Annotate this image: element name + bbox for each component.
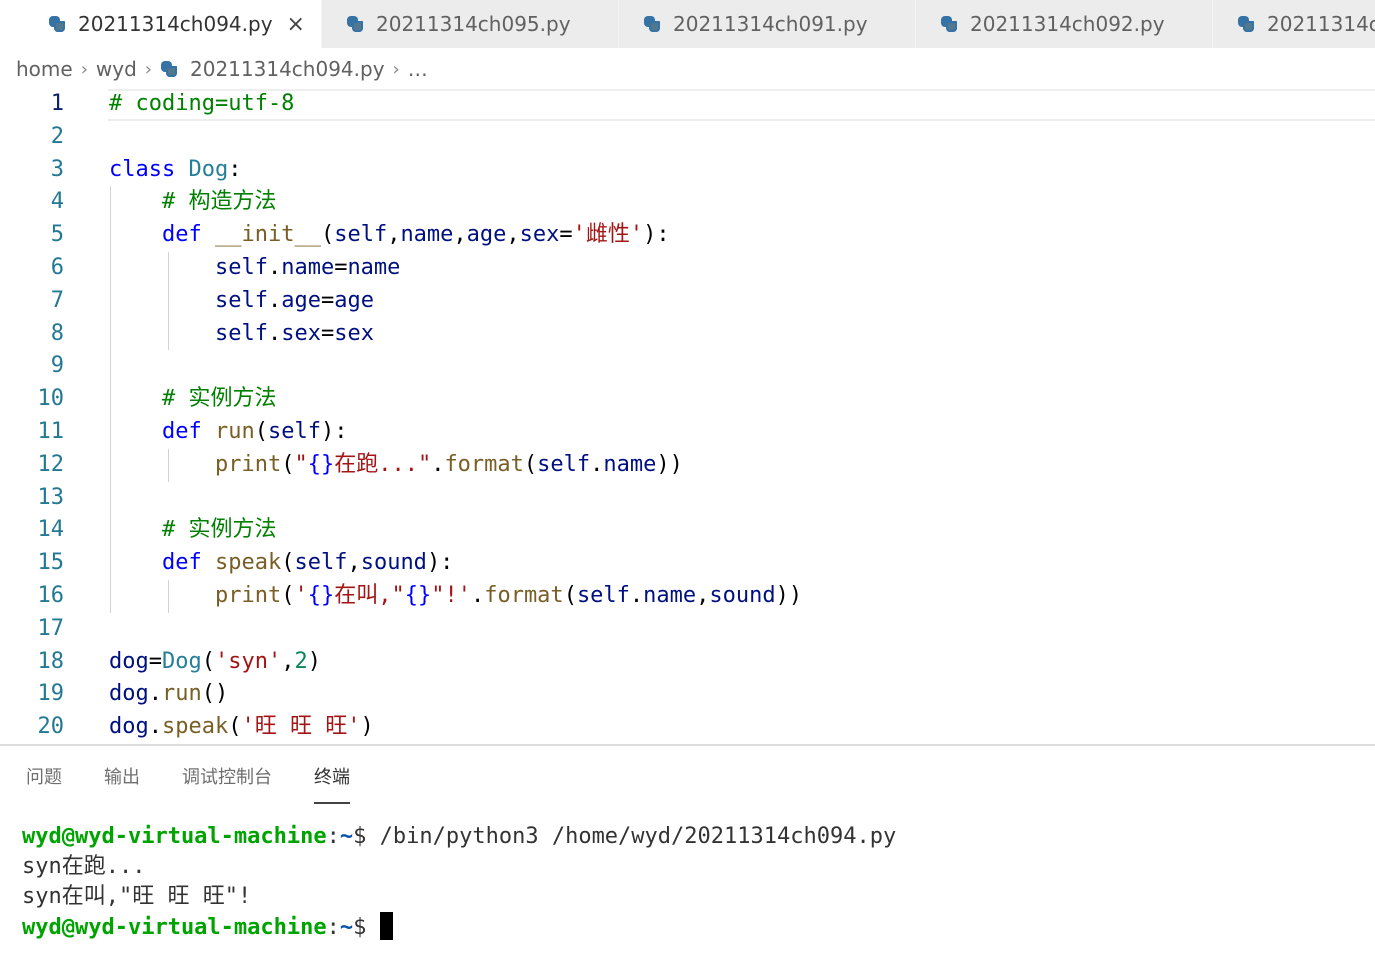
breadcrumb: home › wyd › 20211314ch094.py › … — [16, 50, 428, 88]
line-number: 9 — [50, 353, 64, 379]
python-file-icon — [48, 15, 66, 33]
line-number: 10 — [37, 386, 65, 412]
code-editor[interactable]: 1 2 3 4 5 6 7 8 9 10 11 12 13 14 15 16 1… — [0, 88, 1375, 744]
python-file-icon — [643, 15, 661, 33]
tab-20211314ch094[interactable]: 20211314ch094.py × — [0, 0, 322, 48]
terminal-cursor — [379, 912, 393, 940]
tab-output[interactable]: 输出 — [104, 764, 140, 804]
tab-20211314ch095[interactable]: 20211314ch095.py — [322, 0, 619, 48]
code-line[interactable]: def run(self): — [109, 416, 347, 449]
chevron-right-icon: › — [144, 58, 152, 80]
line-number: 4 — [50, 189, 64, 215]
tab-problems[interactable]: 问题 — [26, 764, 62, 804]
code-line[interactable]: self.name=name — [109, 252, 400, 285]
chevron-right-icon: › — [392, 58, 400, 80]
line-number: 16 — [37, 583, 65, 608]
line-number: 5 — [50, 222, 64, 248]
panel-tab-bar: 问题 输出 调试控制台 终端 — [26, 764, 392, 804]
code-line[interactable]: # 实例方法 — [109, 383, 277, 416]
code-line[interactable]: self.age=age — [109, 285, 374, 318]
line-number: 2 — [50, 123, 64, 149]
code-line[interactable]: print('{}在叫,"{}"!'.format(self.name,soun… — [109, 580, 802, 613]
breadcrumb-more[interactable]: … — [408, 57, 428, 81]
terminal-output-line: syn在叫,"旺 旺 旺"! — [22, 884, 252, 909]
current-line-highlight — [108, 89, 1375, 121]
tab-debug-console[interactable]: 调试控制台 — [182, 764, 272, 804]
terminal-prompt-user: wyd@wyd-virtual-machine — [22, 824, 327, 849]
terminal-command-line: wyd@wyd-virtual-machine:~$ /bin/python3 … — [22, 824, 897, 849]
tab-label: 20211314ch095.py — [376, 12, 571, 36]
breadcrumb-wyd[interactable]: wyd — [96, 57, 137, 81]
bottom-panel: 问题 输出 调试控制台 终端 wyd@wyd-virtual-machine:~… — [0, 744, 1375, 957]
python-file-icon — [160, 60, 178, 78]
line-number: 15 — [37, 550, 65, 576]
terminal-prompt-line[interactable]: wyd@wyd-virtual-machine:~$ — [22, 912, 896, 943]
line-number: 12 — [37, 451, 65, 477]
tab-20211314ch091[interactable]: 20211314ch091.py — [619, 0, 916, 48]
close-icon[interactable]: × — [287, 12, 305, 37]
line-number: 20 — [37, 714, 65, 740]
terminal-prompt-path: ~ — [339, 915, 354, 940]
tab-label: 20211314ch091.py — [673, 12, 868, 36]
line-number: 17 — [37, 615, 65, 641]
tab-terminal[interactable]: 终端 — [314, 764, 350, 804]
tab-label: 20211314ch092.py — [970, 12, 1165, 36]
tab-20211314c-truncated[interactable]: 20211314c — [1213, 0, 1375, 48]
terminal-output[interactable]: wyd@wyd-virtual-machine:~$ /bin/python3 … — [22, 822, 896, 943]
code-line[interactable]: class Dog: — [109, 154, 241, 187]
line-number: 19 — [37, 681, 65, 707]
breadcrumb-file[interactable]: 20211314ch094.py — [190, 57, 385, 81]
line-number: 14 — [37, 517, 65, 543]
terminal-command: /bin/python3 /home/wyd/20211314ch094.py — [379, 824, 897, 849]
code-line[interactable]: def speak(self,sound): — [109, 547, 453, 580]
code-line[interactable]: self.sex=sex — [109, 318, 374, 351]
code-line[interactable]: dog.speak('旺 旺 旺') — [109, 711, 374, 744]
tab-label: 20211314c — [1267, 12, 1375, 36]
python-file-icon — [940, 15, 958, 33]
line-number: 1 — [50, 91, 64, 116]
tab-label: 20211314ch094.py — [78, 12, 273, 36]
python-file-icon — [1237, 15, 1255, 33]
line-number: 8 — [50, 320, 64, 346]
line-number: 13 — [37, 484, 65, 510]
code-line[interactable]: def __init__(self,name,age,sex='雌性'): — [109, 219, 670, 252]
line-number: 18 — [37, 648, 65, 674]
editor-tab-bar: 20211314ch094.py × 20211314ch095.py 2021… — [0, 0, 1375, 48]
terminal-prompt-path: ~ — [339, 824, 354, 849]
terminal-output-line: syn在跑... — [22, 854, 146, 879]
line-number: 11 — [37, 419, 65, 444]
code-line[interactable]: dog.run() — [109, 678, 228, 711]
code-line[interactable]: dog=Dog('syn',2) — [109, 646, 321, 679]
line-number: 6 — [50, 255, 64, 280]
code-line[interactable]: print("{}在跑...".format(self.name)) — [109, 449, 683, 482]
code-line[interactable]: # 实例方法 — [109, 514, 277, 547]
tab-20211314ch092[interactable]: 20211314ch092.py — [916, 0, 1213, 48]
terminal-prompt-user: wyd@wyd-virtual-machine — [22, 915, 327, 940]
breadcrumb-home[interactable]: home — [16, 57, 73, 81]
code-line[interactable]: # coding=utf-8 — [109, 88, 294, 121]
line-number: 7 — [50, 287, 64, 313]
python-file-icon — [346, 15, 364, 33]
code-line[interactable]: # 构造方法 — [109, 186, 277, 219]
chevron-right-icon: › — [80, 58, 88, 80]
line-number: 3 — [50, 156, 64, 182]
